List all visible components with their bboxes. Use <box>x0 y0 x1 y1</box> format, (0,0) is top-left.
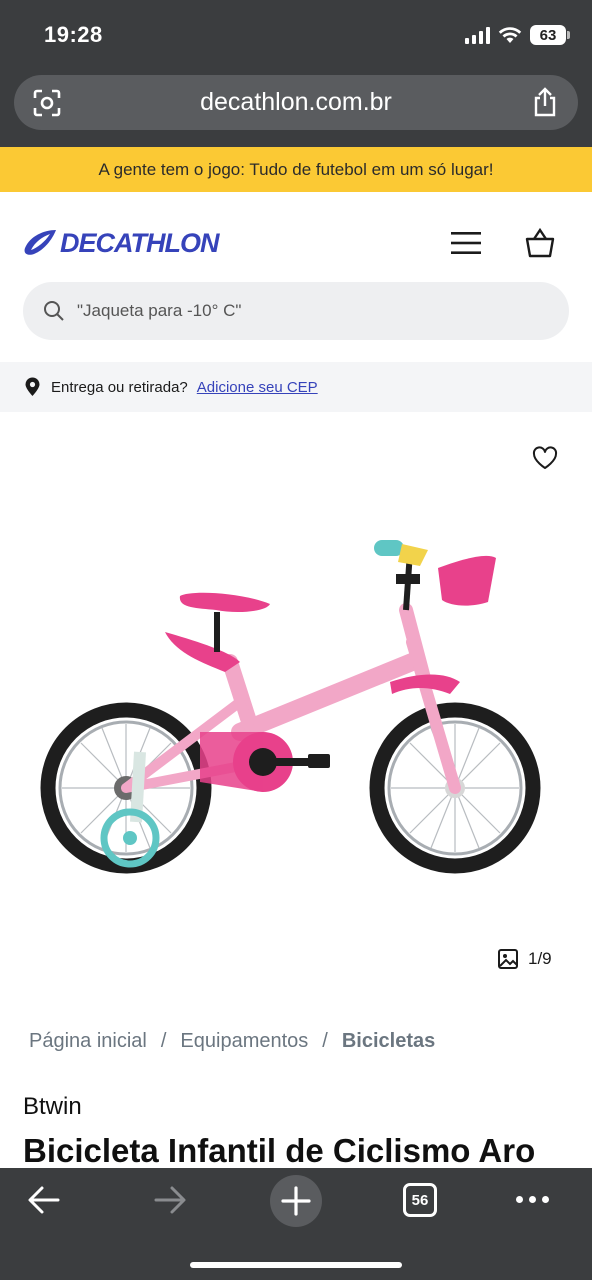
decathlon-logo[interactable]: DECATHLON <box>22 227 219 258</box>
search-bar[interactable] <box>23 282 569 340</box>
breadcrumb-separator: / <box>322 1030 328 1052</box>
share-icon[interactable] <box>530 86 560 118</box>
add-cep-link[interactable]: Adicione seu CEP <box>197 379 318 396</box>
browser-bottom-bar: 56 <box>0 1168 592 1280</box>
new-tab-button[interactable] <box>270 1175 322 1227</box>
more-icon[interactable] <box>516 1196 549 1203</box>
breadcrumb-home[interactable]: Página inicial <box>29 1030 147 1053</box>
delivery-bar: Entrega ou retirada? Adicione seu CEP <box>0 362 592 412</box>
heart-icon[interactable] <box>532 446 558 470</box>
battery-level: 63 <box>539 26 557 44</box>
menu-icon[interactable] <box>450 230 482 256</box>
browser-top-bar: 19:28 63 decathlon.com.br <box>0 0 592 147</box>
breadcrumb-separator: / <box>160 1030 167 1052</box>
home-indicator <box>190 1262 402 1268</box>
image-counter-text: 1/9 <box>528 949 552 968</box>
url-text[interactable]: decathlon.com.br <box>14 88 578 117</box>
breadcrumb-equipamentos[interactable]: Equipamentos <box>180 1030 308 1053</box>
tabs-icon[interactable]: 56 <box>403 1183 437 1217</box>
product-title: Bicicleta Infantil de Ciclismo Aro <box>23 1132 536 1169</box>
signal-icon <box>465 26 490 44</box>
site-header: DECATHLON <box>0 192 592 362</box>
status-bar: 19:28 63 <box>0 0 592 70</box>
back-icon[interactable] <box>26 1184 62 1216</box>
tabs-count: 56 <box>411 1191 429 1209</box>
wifi-icon <box>498 27 522 43</box>
image-icon <box>498 949 518 969</box>
battery-icon: 63 <box>530 25 570 45</box>
search-icon <box>44 301 64 321</box>
cart-icon[interactable] <box>524 226 556 260</box>
status-icons: 63 <box>465 24 570 46</box>
breadcrumb: Página inicial / Equipamentos / Biciclet… <box>29 1030 435 1053</box>
logo-text: DECATHLON <box>60 227 219 258</box>
location-pin-icon <box>25 377 40 396</box>
product-gallery[interactable]: 1/9 <box>0 412 592 1010</box>
search-input[interactable] <box>77 282 547 340</box>
product-brand[interactable]: Btwin <box>23 1093 82 1121</box>
url-bar[interactable]: decathlon.com.br <box>14 75 578 130</box>
bicycle-image[interactable] <box>40 522 560 882</box>
forward-icon[interactable] <box>152 1184 188 1216</box>
breadcrumb-bicicletas[interactable]: Bicicletas <box>342 1030 435 1053</box>
plus-icon <box>281 1186 311 1216</box>
promo-banner[interactable]: A gente tem o jogo: Tudo de futebol em u… <box>0 147 592 192</box>
status-time: 19:28 <box>44 22 103 47</box>
delivery-label: Entrega ou retirada? <box>51 378 188 396</box>
promo-text[interactable]: A gente tem o jogo: Tudo de futebol em u… <box>98 160 493 180</box>
logo-mark-icon <box>24 230 56 255</box>
image-counter[interactable]: 1/9 <box>497 948 552 970</box>
